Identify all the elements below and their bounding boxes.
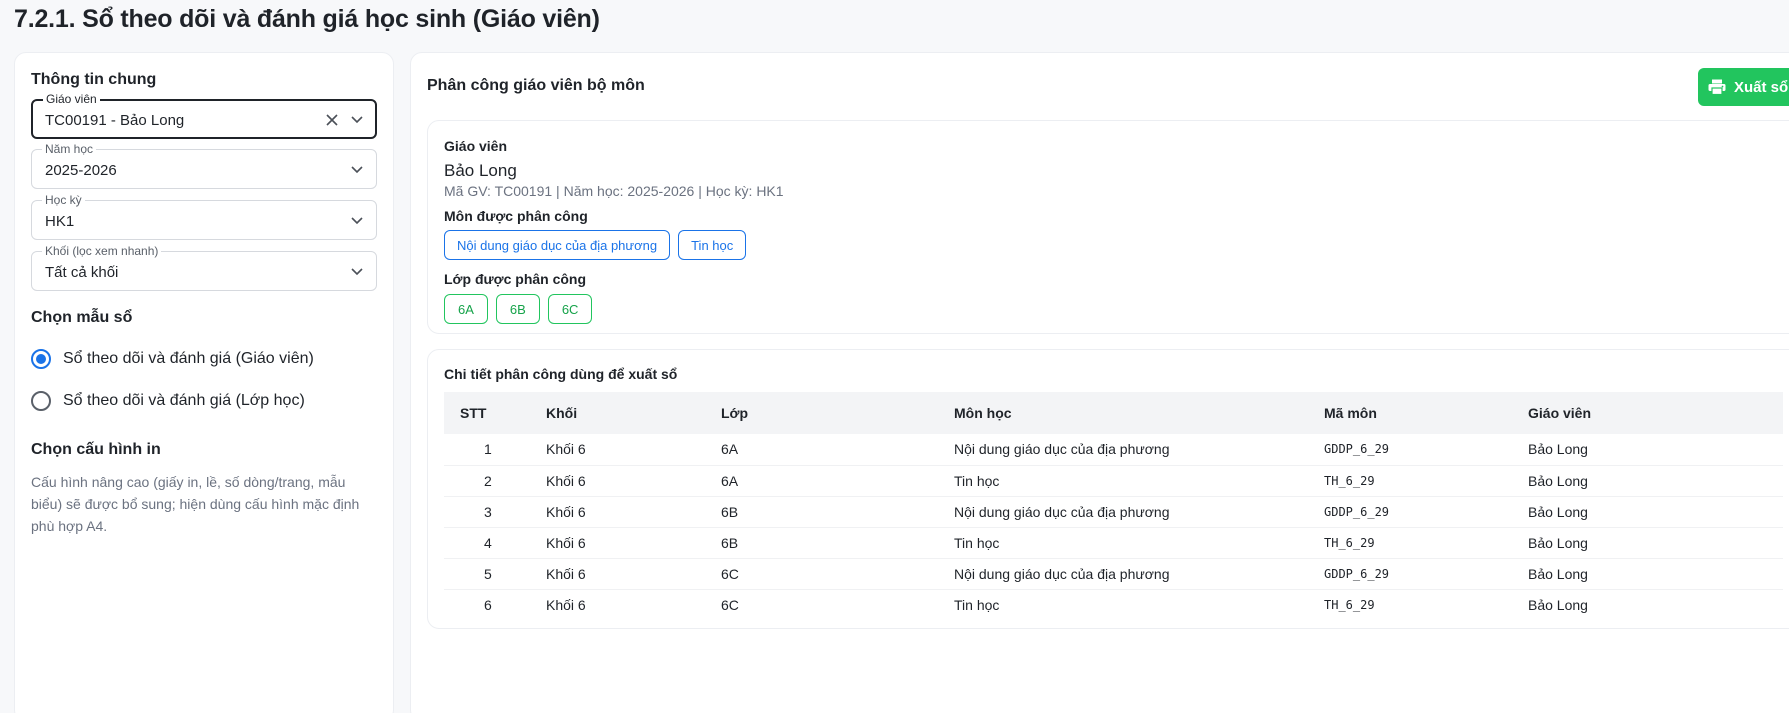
- cell-class: 6C: [721, 596, 739, 613]
- printer-icon: [1708, 79, 1726, 95]
- assignment-panel: Phân công giáo viên bộ môn Xuất sổ Giáo …: [410, 52, 1789, 713]
- template-option-teacher[interactable]: Sổ theo dõi và đánh giá (Giáo viên): [31, 347, 314, 371]
- template-option-label: Sổ theo dõi và đánh giá (Lớp học): [63, 392, 305, 409]
- cell-subject: Tin học: [938, 527, 1308, 559]
- teacher-meta: Mã GV: TC00191 | Năm học: 2025-2026 | Họ…: [444, 183, 784, 199]
- grade-filter-select[interactable]: Khối (lọc xem nhanh) Tất cả khối: [31, 244, 377, 291]
- classes-label: Lớp được phân công: [444, 271, 587, 287]
- general-info-title: Thông tin chung: [31, 71, 157, 88]
- cell-stt: 3: [444, 496, 530, 528]
- cell-subject: Tin học: [938, 465, 1308, 497]
- cell-teacher: Bảo Long: [1512, 527, 1783, 559]
- export-book-label: Xuất sổ: [1734, 78, 1789, 96]
- table-row: 3 Khối 6 6B Nội dung giáo dục của địa ph…: [444, 496, 1783, 528]
- col-header-class: Lớp: [705, 392, 938, 434]
- school-year-value: 2025-2026: [45, 162, 117, 179]
- cell-teacher: Bảo Long: [1512, 434, 1783, 466]
- cell-grade: Khối 6: [530, 434, 705, 466]
- col-header-stt: STT: [444, 392, 530, 434]
- cell-code: TH_6_29: [1324, 597, 1375, 612]
- table-header-row: STT Khối Lớp Môn học Mã môn Giáo viên: [444, 392, 1783, 434]
- cell-grade: Khối 6: [546, 596, 586, 613]
- class-chip: 6C: [547, 294, 593, 324]
- chevron-down-icon[interactable]: [350, 215, 364, 225]
- grade-filter-value: Tất cả khối: [45, 264, 119, 281]
- cell-subject: Tin học: [954, 596, 1000, 613]
- table-row: 4 Khối 6 6B Tin học TH_6_29 Bảo Long: [444, 527, 1783, 559]
- grade-filter-label: Khối (lọc xem nhanh): [42, 244, 162, 258]
- cell-grade: Khối 6: [530, 527, 705, 559]
- chevron-down-icon[interactable]: [350, 266, 364, 276]
- radio-checked[interactable]: [31, 349, 51, 369]
- col-header-code: Mã môn: [1308, 392, 1512, 434]
- teacher-name: Bảo Long: [444, 161, 517, 180]
- col-header-grade: Khối: [530, 392, 705, 434]
- cell-stt: 4: [444, 527, 530, 559]
- cell-code: TH_6_29: [1308, 465, 1512, 497]
- cell-subject: Nội dung giáo dục của địa phương: [938, 558, 1308, 590]
- class-chip: 6B: [495, 294, 540, 324]
- school-year-label: Năm học: [42, 142, 97, 156]
- print-config-title: Chọn cấu hình in: [31, 441, 161, 458]
- cell-class: 6A: [705, 465, 938, 497]
- subject-chips: Nội dung giáo dục của địa phương Tin học: [444, 230, 747, 260]
- template-title: Chọn mẫu sổ: [31, 309, 133, 326]
- cell-subject: Nội dung giáo dục của địa phương: [938, 496, 1308, 528]
- cell-grade: Khối 6: [530, 465, 705, 497]
- cell-class: 6B: [705, 496, 938, 528]
- cell-code: GDDP_6_29: [1308, 496, 1512, 528]
- assignment-table: STT Khối Lớp Môn học Mã môn Giáo viên 1 …: [444, 392, 1783, 620]
- cell-stt: 2: [444, 465, 530, 497]
- table-row: 2 Khối 6 6A Tin học TH_6_29 Bảo Long: [444, 465, 1783, 497]
- assignment-detail-card: Chi tiết phân công dùng để xuất sổ STT K…: [427, 349, 1789, 629]
- radio-unchecked[interactable]: [31, 391, 51, 411]
- chevron-down-icon[interactable]: [350, 164, 364, 174]
- subject-chip: Tin học: [678, 230, 747, 260]
- cell-stt: 1: [444, 434, 530, 466]
- table-row: 6 Khối 6 6C Tin học TH_6_29 Bảo Long: [444, 589, 1783, 620]
- teacher-select[interactable]: Giáo viên TC00191 - Bảo Long: [31, 92, 377, 139]
- assignment-title: Phân công giáo viên bộ môn: [427, 77, 645, 94]
- col-header-subject: Môn học: [938, 392, 1308, 434]
- clear-icon[interactable]: [325, 113, 339, 127]
- detail-title: Chi tiết phân công dùng để xuất sổ: [444, 366, 678, 382]
- cell-teacher: Bảo Long: [1512, 558, 1783, 590]
- col-header-teacher: Giáo viên: [1512, 392, 1783, 434]
- cell-teacher: Bảo Long: [1528, 596, 1588, 613]
- table-row: 1 Khối 6 6A Nội dung giáo dục của địa ph…: [444, 434, 1783, 466]
- cell-grade: Khối 6: [530, 558, 705, 590]
- page-title: 7.2.1. Sổ theo dõi và đánh giá học sinh …: [14, 5, 600, 33]
- cell-class: 6A: [705, 434, 938, 466]
- class-chips: 6A 6B 6C: [444, 294, 593, 324]
- print-config-note: Cấu hình nâng cao (giấy in, lề, số dòng/…: [31, 474, 360, 534]
- chevron-down-icon[interactable]: [350, 114, 364, 124]
- cell-code: GDDP_6_29: [1308, 434, 1512, 466]
- settings-panel: Thông tin chung Giáo viên TC00191 - Bảo …: [14, 52, 394, 713]
- table-row: 5 Khối 6 6C Nội dung giáo dục của địa ph…: [444, 558, 1783, 590]
- teacher-select-value: TC00191 - Bảo Long: [45, 112, 185, 129]
- class-chip: 6A: [444, 294, 488, 324]
- cell-teacher: Bảo Long: [1512, 465, 1783, 497]
- teacher-label: Giáo viên: [444, 138, 508, 154]
- teacher-summary-card: Giáo viên Bảo Long Mã GV: TC00191 | Năm …: [427, 120, 1789, 334]
- cell-grade: Khối 6: [530, 496, 705, 528]
- export-book-button[interactable]: Xuất sổ: [1698, 68, 1789, 106]
- cell-class: 6B: [705, 527, 938, 559]
- cell-stt: 5: [444, 558, 530, 590]
- term-value: HK1: [45, 213, 75, 230]
- cell-teacher: Bảo Long: [1512, 496, 1783, 528]
- template-option-class[interactable]: Sổ theo dõi và đánh giá (Lớp học): [31, 389, 305, 413]
- term-select[interactable]: Học kỳ HK1: [31, 193, 377, 240]
- cell-code: TH_6_29: [1308, 527, 1512, 559]
- template-option-label: Sổ theo dõi và đánh giá (Giáo viên): [63, 350, 314, 367]
- school-year-select[interactable]: Năm học 2025-2026: [31, 142, 377, 189]
- subjects-label: Môn được phân công: [444, 208, 588, 224]
- cell-subject: Nội dung giáo dục của địa phương: [938, 434, 1308, 466]
- cell-stt: 6: [484, 596, 492, 613]
- subject-chip: Nội dung giáo dục của địa phương: [444, 230, 671, 260]
- teacher-select-label: Giáo viên: [43, 92, 100, 106]
- cell-code: GDDP_6_29: [1308, 558, 1512, 590]
- cell-class: 6C: [705, 558, 938, 590]
- term-label: Học kỳ: [42, 193, 85, 207]
